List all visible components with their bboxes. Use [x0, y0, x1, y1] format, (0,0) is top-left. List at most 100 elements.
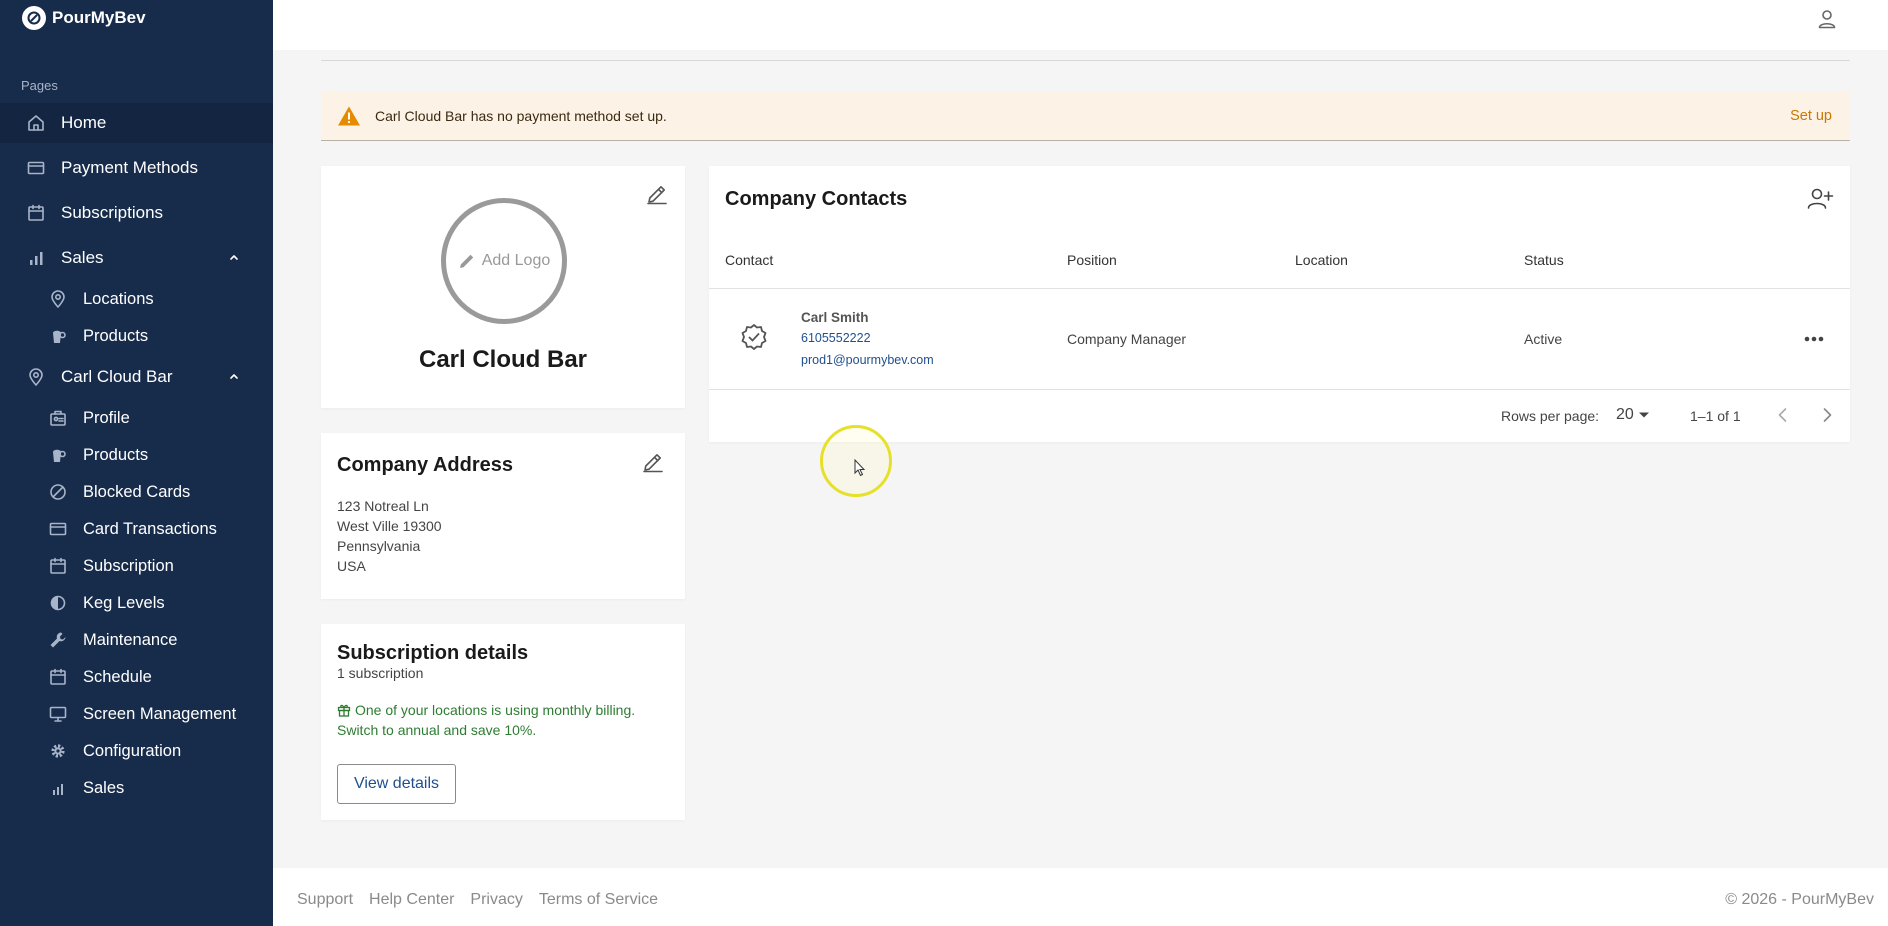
sidebar-item-carl-cloud-bar[interactable]: Carl Cloud Bar	[0, 357, 273, 397]
sidebar-item-label: Sales	[83, 778, 125, 797]
row-divider	[709, 389, 1850, 390]
chevron-up-icon[interactable]	[228, 370, 240, 382]
sidebar-item-configuration[interactable]: Configuration	[0, 733, 273, 769]
sidebar-item-home[interactable]: Home	[0, 103, 273, 143]
product-icon	[48, 326, 68, 346]
home-icon	[26, 113, 46, 133]
sidebar-item-subscription[interactable]: Subscription	[0, 548, 273, 584]
footer-link-terms[interactable]: Terms of Service	[539, 891, 658, 909]
rows-per-page-select[interactable]: 20	[1616, 406, 1650, 424]
sidebar-item-label: Blocked Cards	[83, 482, 191, 501]
location-pin-icon	[26, 367, 46, 387]
location-pin-icon	[48, 289, 68, 309]
sidebar-item-schedule[interactable]: Schedule	[0, 659, 273, 695]
sidebar-item-screen-management[interactable]: Screen Management	[0, 696, 273, 732]
contact-status: Active	[1524, 331, 1563, 347]
sidebar-item-maintenance[interactable]: Maintenance	[0, 622, 273, 658]
address-country: USA	[337, 558, 366, 574]
column-header-status[interactable]: Status	[1524, 252, 1564, 268]
contact-position: Company Manager	[1067, 331, 1187, 347]
brand-logo-icon	[22, 6, 46, 30]
company-contacts-card: Company Contacts Contact Position Locati…	[709, 166, 1850, 442]
contact-email-link[interactable]: prod1@pourmybev.com	[801, 353, 934, 367]
wrench-icon	[48, 630, 68, 650]
company-address-card: Company Address 123 Notreal Ln West Vill…	[321, 433, 685, 599]
footer-links: Support Help Center Privacy Terms of Ser…	[297, 891, 658, 909]
contact-name: Carl Smith	[801, 310, 869, 325]
sidebar-item-products-2[interactable]: Products	[0, 437, 273, 473]
sidebar-item-keg-levels[interactable]: Keg Levels	[0, 585, 273, 621]
address-city: West Ville 19300	[337, 518, 442, 534]
sidebar-item-label: Subscriptions	[61, 203, 164, 222]
add-logo-button[interactable]: Add Logo	[441, 198, 567, 324]
company-name: Carl Cloud Bar	[418, 346, 588, 373]
calendar-icon	[48, 556, 68, 576]
sidebar-item-label: Carl Cloud Bar	[61, 367, 173, 386]
top-bar	[273, 0, 1888, 50]
previous-page-icon[interactable]	[1773, 405, 1793, 425]
gear-icon	[48, 741, 68, 761]
pagination-range: 1–1 of 1	[1690, 408, 1741, 424]
sidebar-item-sales-2[interactable]: Sales	[0, 770, 273, 806]
rows-per-page-value: 20	[1616, 406, 1634, 423]
more-options-icon[interactable]	[1802, 331, 1826, 347]
pencil-icon	[459, 254, 473, 268]
bar-chart-icon	[26, 248, 46, 268]
sidebar-item-blocked-cards[interactable]: Blocked Cards	[0, 474, 273, 510]
sidebar-item-label: Card Transactions	[83, 519, 217, 538]
rows-per-page-label: Rows per page:	[1501, 408, 1600, 424]
company-contacts-title: Company Contacts	[725, 188, 908, 210]
sidebar-item-locations[interactable]: Locations	[0, 281, 273, 317]
footer-link-privacy[interactable]: Privacy	[470, 891, 522, 909]
annual-billing-promo: One of your locations is using monthly b…	[337, 700, 657, 740]
company-logo-card: Add Logo Carl Cloud Bar	[321, 166, 685, 408]
sidebar-item-card-transactions[interactable]: Card Transactions	[0, 511, 273, 547]
product-icon	[48, 445, 68, 465]
sidebar-item-label: Products	[83, 326, 149, 345]
add-logo-label: Add Logo	[481, 252, 551, 269]
calendar-icon	[26, 203, 46, 223]
contact-phone-link[interactable]: 6105552222	[801, 331, 871, 345]
header-divider	[321, 60, 1850, 61]
footer-link-help-center[interactable]: Help Center	[369, 891, 454, 909]
sidebar-item-label: Locations	[83, 289, 154, 308]
next-page-icon[interactable]	[1817, 405, 1837, 425]
user-account-icon[interactable]	[1816, 8, 1838, 30]
sidebar-item-subscriptions[interactable]: Subscriptions	[0, 193, 273, 233]
sidebar-section-label: Pages	[21, 78, 58, 93]
credit-card-icon	[48, 519, 68, 539]
header-divider	[709, 288, 1850, 289]
sidebar-item-label: Profile	[83, 408, 130, 427]
sidebar-item-profile[interactable]: Profile	[0, 400, 273, 436]
brand-logo[interactable]: PourMyBev	[22, 6, 146, 30]
sidebar-item-payment-methods[interactable]: Payment Methods	[0, 148, 273, 188]
column-header-location[interactable]: Location	[1295, 252, 1348, 268]
mouse-cursor-icon	[854, 459, 866, 477]
add-contact-icon[interactable]	[1806, 186, 1834, 212]
edit-address-icon[interactable]	[641, 450, 665, 474]
column-header-contact[interactable]: Contact	[725, 252, 773, 268]
view-details-button[interactable]: View details	[337, 764, 456, 804]
chevron-up-icon[interactable]	[228, 251, 240, 263]
sidebar-item-label: Sales	[61, 248, 104, 267]
sidebar-item-label: Schedule	[83, 667, 152, 686]
sidebar-item-products[interactable]: Products	[0, 318, 273, 354]
promo-line-1: One of your locations is using monthly b…	[355, 702, 636, 718]
footer-link-support[interactable]: Support	[297, 891, 353, 909]
column-header-position[interactable]: Position	[1067, 252, 1117, 268]
edit-company-icon[interactable]	[645, 182, 669, 206]
profile-icon	[48, 408, 68, 428]
warning-icon	[338, 106, 360, 125]
sidebar-item-label: Keg Levels	[83, 593, 165, 612]
block-icon	[48, 482, 68, 502]
payment-warning-alert: Carl Cloud Bar has no payment method set…	[321, 91, 1850, 141]
address-street: 123 Notreal Ln	[337, 498, 429, 514]
sidebar-item-label: Home	[61, 113, 107, 132]
sidebar-item-sales[interactable]: Sales	[0, 238, 273, 278]
sidebar: PourMyBev Pages Home Payment Methods Sub…	[0, 0, 273, 926]
setup-payment-link[interactable]: Set up	[1790, 108, 1832, 124]
credit-card-icon	[26, 158, 46, 178]
subscription-details-title: Subscription details	[337, 642, 529, 664]
calendar-icon	[48, 667, 68, 687]
gift-icon	[337, 704, 351, 717]
